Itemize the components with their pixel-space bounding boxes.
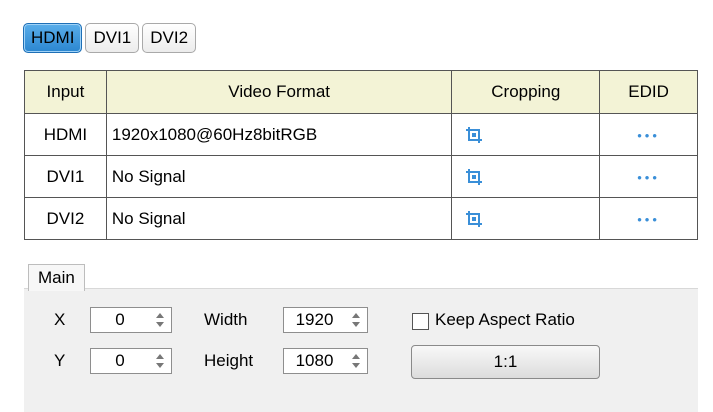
x-label: X	[54, 310, 66, 329]
row-input: DVI2	[24, 197, 107, 240]
y-value: 0	[115, 351, 125, 370]
width-value: 1920	[295, 310, 334, 329]
ratio-1-1-button[interactable]: 1:1	[411, 345, 600, 379]
y-label: Y	[54, 351, 66, 370]
y-spinbox[interactable]: 0	[90, 348, 172, 374]
spin-arrows-icon[interactable]	[155, 352, 165, 370]
crop-button[interactable]	[451, 197, 601, 240]
spin-arrows-icon[interactable]	[155, 311, 165, 329]
tab-dvi2[interactable]: DVI2	[142, 23, 197, 53]
x-value: 0	[115, 310, 125, 329]
crop-settings-panel: Main X 0 Width 1920 Keep Aspect Ratio Y …	[24, 264, 698, 412]
crop-button[interactable]	[451, 155, 601, 198]
width-spinbox[interactable]: 1920	[283, 307, 368, 333]
tab-dvi1[interactable]: DVI1	[85, 23, 140, 53]
height-value: 1080	[295, 351, 334, 370]
width-label: Width	[204, 310, 248, 329]
edid-button[interactable]: •••	[599, 113, 698, 156]
height-spinbox[interactable]: 1080	[283, 348, 368, 374]
input-tabbar: HDMI DVI1 DVI2	[23, 23, 197, 53]
more-icon: •••	[637, 211, 660, 227]
header-edid: EDID	[599, 70, 698, 114]
header-video-format: Video Format	[105, 70, 453, 114]
spin-arrows-icon[interactable]	[351, 352, 361, 370]
crop-icon	[466, 126, 483, 143]
header-input: Input	[24, 70, 107, 114]
tab-main[interactable]: Main	[28, 264, 85, 291]
height-label: Height	[204, 351, 254, 370]
spin-arrows-icon[interactable]	[351, 311, 361, 329]
row-format: No Signal	[105, 197, 453, 240]
table-row: DVI2 No Signal •••	[24, 197, 698, 240]
edid-button[interactable]: •••	[599, 197, 698, 240]
table-row: HDMI 1920x1080@60Hz8bitRGB •••	[24, 113, 698, 156]
input-table: Input Video Format Cropping EDID HDMI 19…	[24, 70, 698, 240]
more-icon: •••	[637, 127, 660, 143]
table-row: DVI1 No Signal •••	[24, 155, 698, 198]
x-spinbox[interactable]: 0	[90, 307, 172, 333]
crop-icon	[466, 168, 483, 185]
row-format: 1920x1080@60Hz8bitRGB	[105, 113, 453, 156]
more-icon: •••	[637, 169, 660, 185]
keep-aspect-label[interactable]: Keep Aspect Ratio	[435, 307, 575, 333]
row-input: DVI1	[24, 155, 107, 198]
crop-button[interactable]	[451, 113, 601, 156]
row-format: No Signal	[105, 155, 453, 198]
tab-hdmi[interactable]: HDMI	[23, 23, 83, 53]
edid-button[interactable]: •••	[599, 155, 698, 198]
table-header-row: Input Video Format Cropping EDID	[24, 70, 698, 114]
keep-aspect-checkbox[interactable]	[412, 313, 429, 330]
crop-icon	[466, 210, 483, 227]
header-cropping: Cropping	[451, 70, 601, 114]
row-input: HDMI	[24, 113, 107, 156]
